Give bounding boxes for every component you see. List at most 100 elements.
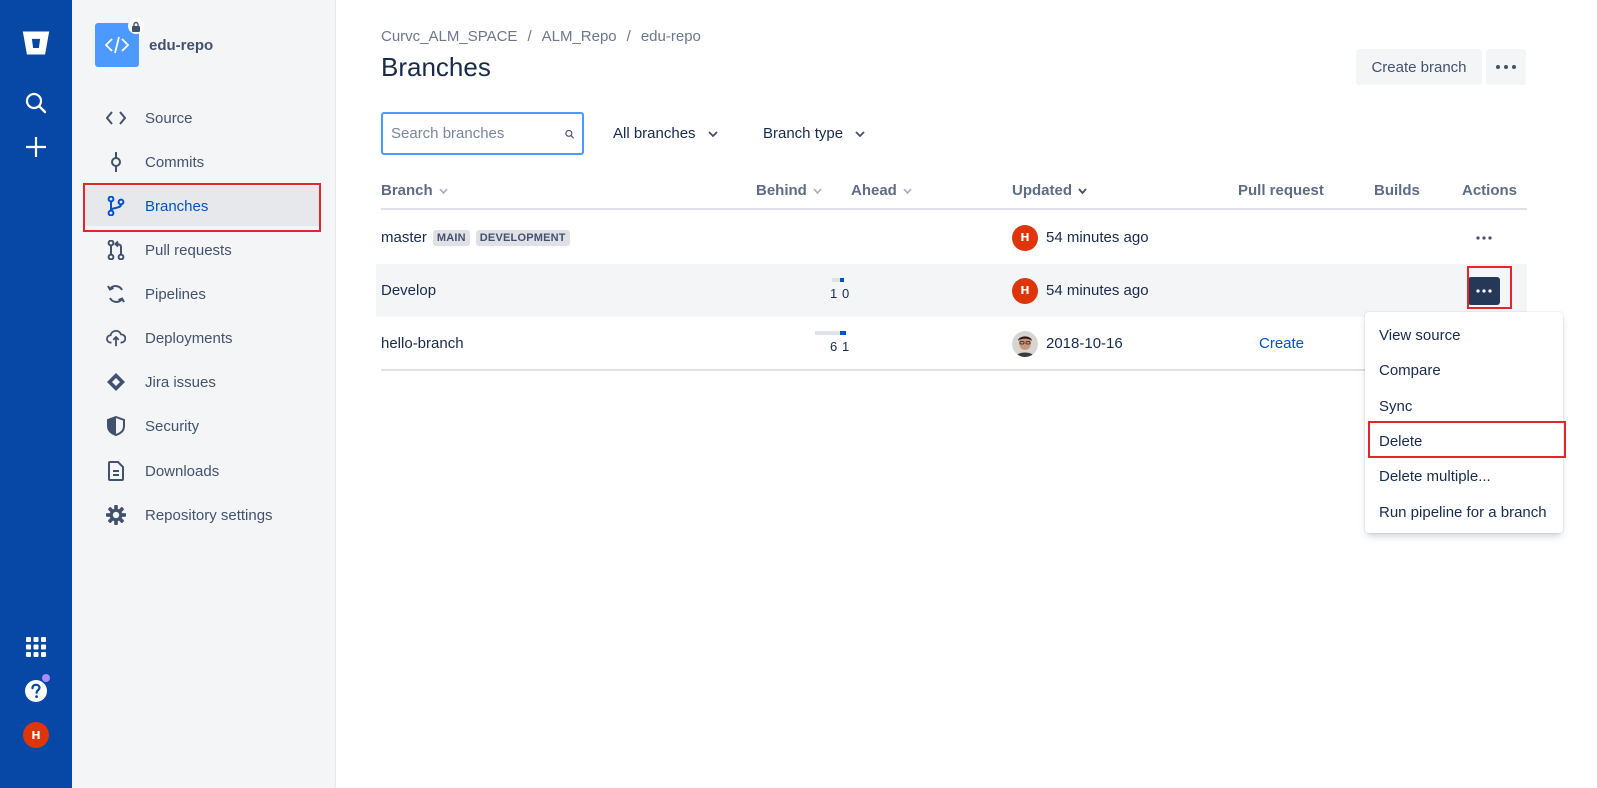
shield-icon [106, 416, 126, 436]
breadcrumb-item-repo[interactable]: edu-repo [641, 28, 701, 45]
sort-chevron-icon [439, 187, 448, 194]
menu-item-view-source[interactable]: View source [1365, 318, 1563, 353]
ahead-behind-graph: 1 0 [827, 278, 867, 308]
sidebar-item-jira-issues[interactable]: Jira issues [84, 362, 320, 402]
sidebar-item-downloads[interactable]: Downloads [84, 451, 320, 491]
sidebar-item-source[interactable]: Source [84, 98, 320, 138]
menu-item-run-pipeline[interactable]: Run pipeline for a branch [1365, 494, 1563, 529]
breadcrumb: Curvc_ALM_SPACE / ALM_Repo / edu-repo [381, 28, 701, 45]
sidebar-item-pull-requests[interactable]: Pull requests [84, 230, 320, 270]
column-header-updated[interactable]: Updated [1012, 182, 1087, 199]
search-icon[interactable] [22, 89, 50, 117]
sidebar-item-label: Branches [145, 197, 209, 215]
search-icon [565, 129, 574, 138]
column-header-builds: Builds [1374, 182, 1420, 199]
sidebar-item-label: Security [145, 417, 200, 435]
all-branches-filter[interactable]: All branches [613, 112, 718, 155]
user-avatar[interactable]: H [1012, 277, 1038, 304]
sidebar-item-repository-settings[interactable]: Repository settings [84, 495, 320, 535]
deployments-icon [106, 328, 126, 348]
breadcrumb-separator: / [626, 28, 631, 45]
sort-chevron-icon [813, 187, 822, 194]
user-avatar[interactable]: H [1012, 224, 1038, 251]
ahead-count: 1 [842, 339, 850, 354]
branch-type-filter[interactable]: Branch type [763, 112, 865, 155]
row-actions-button[interactable] [1468, 276, 1500, 305]
ahead-behind-graph: 6 1 [815, 331, 855, 361]
behind-bar [832, 278, 840, 282]
branch-cell: hello-branch [381, 317, 464, 370]
more-dots-icon [1476, 235, 1492, 240]
repo-avatar [95, 18, 144, 67]
app-switcher-icon[interactable] [22, 633, 50, 661]
header-label: Branch [381, 182, 433, 199]
more-dots-icon [1496, 65, 1516, 69]
ahead-count: 0 [842, 286, 850, 301]
column-header-pull-request: Pull request [1238, 182, 1324, 199]
column-header-ahead[interactable]: Ahead [851, 182, 912, 199]
gear-icon [106, 505, 126, 525]
breadcrumb-item-project[interactable]: ALM_Repo [542, 28, 617, 45]
behind-bar [815, 331, 840, 335]
jira-icon [106, 372, 126, 392]
main-lozenge: MAIN [432, 229, 470, 246]
plus-icon[interactable] [22, 133, 50, 161]
sidebar-item-label: Commits [145, 153, 205, 171]
sidebar-item-label: Pipelines [145, 285, 206, 303]
actions-cell [1468, 264, 1500, 317]
pull-requests-icon [106, 240, 126, 260]
search-input[interactable] [391, 125, 551, 142]
sidebar-item-label: Pull requests [145, 241, 232, 259]
table-row: master MAIN DEVELOPMENT H 54 minutes ago [376, 211, 1527, 264]
ahead-bar [840, 278, 844, 282]
repo-name: edu-repo [149, 36, 214, 54]
sort-chevron-icon [1078, 187, 1087, 194]
branch-name-link[interactable]: hello-branch [381, 335, 464, 352]
sidebar-item-security[interactable]: Security [84, 406, 320, 446]
branches-icon [106, 196, 126, 216]
more-dots-icon [1476, 288, 1492, 293]
sort-chevron-icon [903, 187, 912, 194]
branch-name-link[interactable]: master [381, 229, 427, 246]
breadcrumb-item-workspace[interactable]: Curvc_ALM_SPACE [381, 28, 517, 45]
downloads-icon [106, 461, 126, 481]
profile-avatar[interactable]: H [22, 721, 50, 749]
pipelines-icon [106, 284, 126, 304]
branch-cell: master MAIN DEVELOPMENT [381, 211, 570, 264]
sidebar-item-label: Downloads [145, 462, 220, 480]
bitbucket-logo-icon[interactable] [22, 29, 50, 57]
sidebar-item-label: Deployments [145, 329, 233, 347]
branch-name-link[interactable]: Develop [381, 282, 436, 299]
source-code-icon [106, 108, 126, 128]
repo-header[interactable]: edu-repo [95, 18, 214, 67]
branch-cell: Develop [381, 264, 436, 317]
menu-item-compare[interactable]: Compare [1365, 353, 1563, 388]
more-actions-button[interactable] [1486, 49, 1526, 85]
ahead-bar [840, 331, 846, 335]
sidebar-item-label: Jira issues [145, 373, 216, 391]
create-branch-button[interactable]: Create branch [1356, 49, 1482, 85]
menu-item-sync[interactable]: Sync [1365, 389, 1563, 424]
user-photo-avatar[interactable] [1012, 330, 1038, 357]
avatar-initial: H [23, 722, 49, 748]
sidebar-item-branches[interactable]: Branches [84, 186, 320, 226]
column-header-behind[interactable]: Behind [756, 182, 822, 199]
column-header-branch[interactable]: Branch [381, 182, 448, 199]
menu-item-delete[interactable]: Delete [1365, 424, 1563, 459]
chevron-down-icon [707, 130, 718, 137]
help-icon[interactable] [22, 673, 51, 705]
sidebar-item-commits[interactable]: Commits [84, 142, 320, 182]
actions-cell [1468, 211, 1500, 264]
sidebar-item-deployments[interactable]: Deployments [84, 318, 320, 358]
sidebar-item-label: Repository settings [145, 506, 273, 524]
sidebar-item-pipelines[interactable]: Pipelines [84, 274, 320, 314]
create-pull-request-link[interactable]: Create [1259, 335, 1304, 352]
column-header-actions: Actions [1462, 182, 1518, 199]
menu-item-delete-multiple[interactable]: Delete multiple... [1365, 459, 1563, 494]
header-label: Behind [756, 182, 807, 199]
branch-actions-dropdown: View source Compare Sync Delete Delete m… [1365, 312, 1563, 533]
row-actions-button[interactable] [1468, 224, 1500, 252]
header-label: Updated [1012, 182, 1072, 199]
table-bottom-divider [381, 369, 1527, 371]
updated-time: 54 minutes ago [1046, 229, 1149, 246]
